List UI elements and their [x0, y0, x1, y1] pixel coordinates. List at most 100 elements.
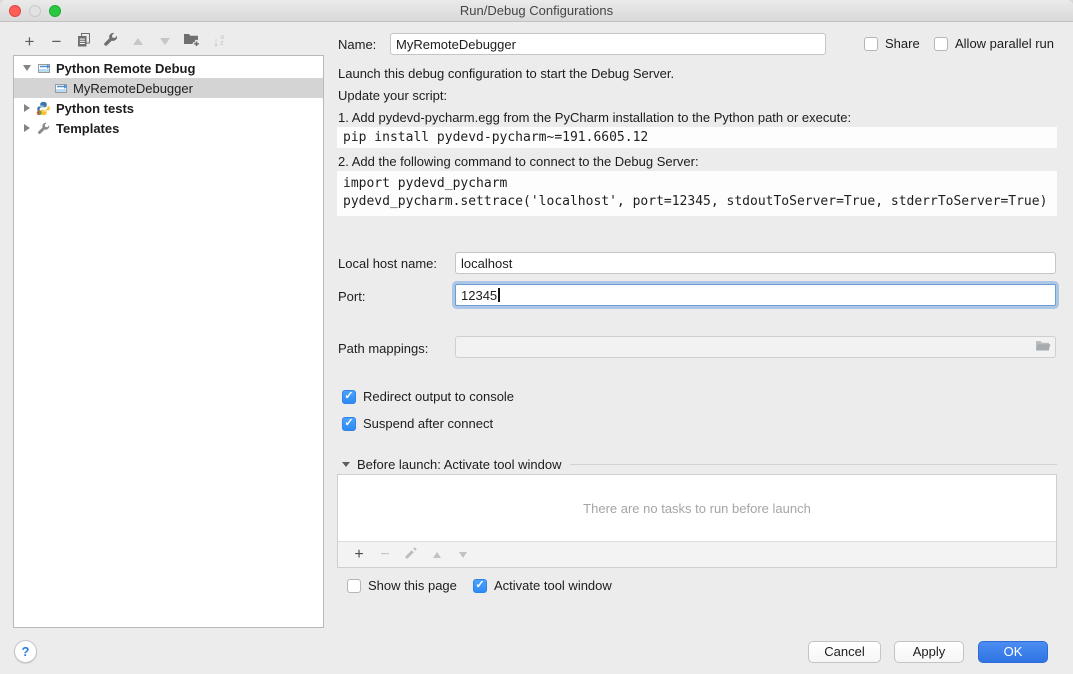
before-launch-title: Before launch: Activate tool window [357, 457, 562, 472]
edit-templates-button[interactable] [97, 29, 124, 53]
add-icon: + [25, 33, 35, 50]
remove-icon: − [52, 33, 62, 50]
zoom-window-button[interactable] [49, 5, 61, 17]
minimize-window-button[interactable] [29, 5, 41, 17]
move-task-up-button[interactable] [424, 544, 450, 566]
new-folder-icon [183, 32, 200, 50]
show-this-page-checkbox[interactable]: ✓ [347, 579, 361, 593]
tree-item-label: Templates [56, 121, 119, 136]
chevron-right-icon [24, 124, 30, 132]
section-divider [570, 464, 1057, 465]
tree-item-python-tests[interactable]: Python tests [14, 98, 323, 118]
configuration-form: Name: ✓ Share ✓ Allow parallel run Launc… [337, 0, 1059, 674]
expand-collapse-arrow[interactable] [19, 124, 35, 132]
remove-task-button[interactable]: − [372, 544, 398, 566]
chevron-down-icon [23, 65, 31, 71]
redirect-output-label: Redirect output to console [363, 389, 514, 404]
help-button[interactable]: ? [14, 640, 37, 663]
share-label: Share [885, 36, 920, 51]
tasks-toolbar: + − [338, 541, 1056, 567]
settrace-code-line2: pydevd_pycharm.settrace('localhost', por… [343, 193, 1057, 211]
sort-alphabetically-icon: ↓ az [213, 34, 224, 49]
tree-item-myremotedebugger[interactable]: MyRemoteDebugger [14, 78, 323, 98]
move-task-down-button[interactable] [450, 544, 476, 566]
share-option: ✓ Share [864, 36, 920, 51]
port-input[interactable]: 12345 [455, 284, 1056, 306]
share-checkbox[interactable]: ✓ [864, 37, 878, 51]
python-tests-icon [35, 100, 52, 116]
remote-debug-config-icon [52, 80, 69, 96]
help-icon: ? [22, 644, 30, 659]
move-down-icon [160, 38, 170, 45]
wrench-icon [35, 120, 52, 136]
close-window-button[interactable] [9, 5, 21, 17]
suspend-after-connect-checkbox[interactable]: ✓ [342, 417, 356, 431]
move-down-button[interactable] [151, 29, 178, 53]
remove-icon: − [380, 547, 389, 563]
remote-debug-config-icon [35, 60, 52, 76]
tree-item-label: Python tests [56, 101, 134, 116]
remove-configuration-button[interactable]: − [43, 29, 70, 53]
check-icon: ✓ [344, 391, 353, 402]
before-launch-tasks-panel: There are no tasks to run before launch … [337, 474, 1057, 568]
empty-tasks-message: There are no tasks to run before launch [338, 475, 1056, 541]
new-folder-button[interactable] [178, 29, 205, 53]
show-this-page-label: Show this page [368, 578, 457, 593]
suspend-after-connect-option: ✓ Suspend after connect [342, 416, 493, 431]
name-label: Name: [338, 37, 376, 52]
allow-parallel-run-option: ✓ Allow parallel run [934, 36, 1054, 51]
local-host-input[interactable] [455, 252, 1056, 274]
run-debug-configurations-dialog: Run/Debug Configurations + − ↓ az [0, 0, 1073, 674]
configurations-tree: Python Remote Debug MyRemoteDebugger Pyt… [13, 55, 324, 628]
expand-collapse-arrow[interactable] [19, 65, 35, 71]
add-task-button[interactable]: + [346, 544, 372, 566]
configurations-toolbar: + − ↓ az [14, 27, 324, 55]
check-icon: ✓ [475, 580, 484, 591]
move-up-button[interactable] [124, 29, 151, 53]
allow-parallel-run-label: Allow parallel run [955, 36, 1054, 51]
copy-configuration-button[interactable] [70, 29, 97, 53]
port-value: 12345 [461, 288, 497, 303]
activate-tool-window-option: ✓ Activate tool window [473, 578, 612, 593]
activate-tool-window-label: Activate tool window [494, 578, 612, 593]
activate-tool-window-checkbox[interactable]: ✓ [473, 579, 487, 593]
cancel-button[interactable]: Cancel [808, 641, 881, 663]
ok-button[interactable]: OK [978, 641, 1048, 663]
copy-icon [77, 32, 91, 50]
browse-folder-icon[interactable] [1035, 339, 1051, 355]
wrench-icon [103, 32, 118, 50]
tree-item-label: Python Remote Debug [56, 61, 195, 76]
step1-text: 1. Add pydevd-pycharm.egg from the PyCha… [338, 110, 851, 125]
before-launch-section-header[interactable]: Before launch: Activate tool window [342, 457, 1057, 472]
apply-button[interactable]: Apply [894, 641, 964, 663]
move-down-icon [459, 552, 467, 558]
step2-text: 2. Add the following command to connect … [338, 154, 699, 169]
path-mappings-input[interactable] [455, 336, 1056, 358]
update-script-text: Update your script: [338, 88, 447, 103]
pip-install-code: pip install pydevd-pycharm~=191.6605.12 [337, 127, 1057, 148]
expand-collapse-arrow[interactable] [19, 104, 35, 112]
sort-configurations-button[interactable]: ↓ az [205, 29, 232, 53]
suspend-after-connect-label: Suspend after connect [363, 416, 493, 431]
port-label: Port: [338, 289, 365, 304]
name-input[interactable] [390, 33, 826, 55]
collapse-icon [342, 462, 350, 467]
pencil-icon [404, 546, 418, 563]
edit-task-button[interactable] [398, 544, 424, 566]
allow-parallel-run-checkbox[interactable]: ✓ [934, 37, 948, 51]
move-up-icon [433, 552, 441, 558]
text-caret [498, 288, 500, 302]
settrace-code-line1: import pydevd_pycharm [343, 175, 1057, 193]
intro-text: Launch this debug configuration to start… [338, 66, 674, 81]
tree-item-python-remote-debug[interactable]: Python Remote Debug [14, 58, 323, 78]
chevron-right-icon [24, 104, 30, 112]
move-up-icon [133, 38, 143, 45]
redirect-output-option: ✓ Redirect output to console [342, 389, 514, 404]
tree-item-templates[interactable]: Templates [14, 118, 323, 138]
add-configuration-button[interactable]: + [16, 29, 43, 53]
show-this-page-option: ✓ Show this page [347, 578, 457, 593]
settrace-code: import pydevd_pycharm pydevd_pycharm.set… [337, 171, 1057, 216]
tree-item-label: MyRemoteDebugger [73, 81, 193, 96]
redirect-output-checkbox[interactable]: ✓ [342, 390, 356, 404]
add-icon: + [354, 547, 363, 563]
